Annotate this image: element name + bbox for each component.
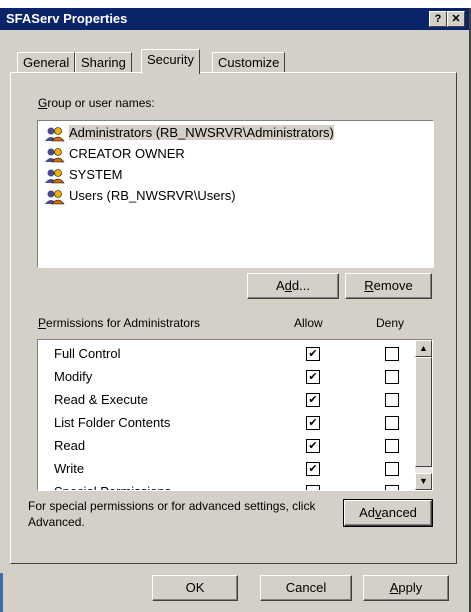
user-list-item[interactable]: SYSTEM	[44, 165, 122, 185]
allow-checkbox[interactable]: ✔	[306, 462, 320, 476]
group-icon	[44, 188, 69, 204]
deny-checkbox[interactable]	[385, 439, 399, 453]
permission-name: Special Permissions	[54, 484, 171, 490]
user-list-item[interactable]: Administrators (RB_NWSRVR\Administrators…	[44, 123, 334, 143]
permission-row: Full Control ✔	[38, 343, 408, 365]
user-list[interactable]: Administrators (RB_NWSRVR\Administrators…	[37, 120, 434, 268]
user-list-item[interactable]: CREATOR OWNER	[44, 144, 185, 164]
tab-sharing[interactable]: Sharing	[75, 52, 132, 73]
deny-checkbox[interactable]	[385, 485, 399, 490]
deny-header: Deny	[376, 316, 405, 330]
permission-row: Write ✔	[38, 458, 408, 480]
allow-checkbox[interactable]: ✔	[306, 416, 320, 430]
allow-checkbox[interactable]	[306, 485, 320, 490]
permissions-scrollbar[interactable]: ▲ ▼	[415, 340, 432, 490]
deny-checkbox[interactable]	[385, 347, 399, 361]
permission-name: Read	[54, 438, 86, 453]
advanced-hint-text: For special permissions or for advanced …	[28, 499, 316, 529]
permission-name: Write	[54, 461, 85, 476]
permission-row: Modify ✔	[38, 366, 408, 388]
tab-general[interactable]: General	[17, 52, 76, 73]
allow-checkbox[interactable]: ✔	[306, 439, 320, 453]
allow-header: Allow	[294, 316, 323, 330]
remove-button[interactable]: Remove	[345, 273, 432, 299]
scroll-thumb[interactable]	[415, 357, 432, 467]
user-name: Administrators (RB_NWSRVR\Administrators…	[69, 125, 334, 140]
user-name: CREATOR OWNER	[69, 146, 185, 161]
desktop-edge	[0, 573, 3, 612]
permission-row: Special Permissions	[38, 481, 408, 490]
permission-name: Read & Execute	[54, 392, 148, 407]
permission-row: List Folder Contents ✔	[38, 412, 408, 434]
add-button[interactable]: Add...	[247, 273, 339, 299]
ok-button[interactable]: OK	[152, 575, 238, 601]
allow-checkbox[interactable]: ✔	[306, 347, 320, 361]
advanced-button[interactable]: Advanced	[343, 499, 433, 527]
title-bar[interactable]: SFAServ Properties ? ✕	[0, 8, 469, 30]
deny-checkbox[interactable]	[385, 462, 399, 476]
permissions-list: Special PermissionsWrite✔Read✔List Folde…	[37, 339, 433, 491]
deny-checkbox[interactable]	[385, 416, 399, 430]
tab-security[interactable]: Security	[141, 49, 200, 74]
group-icon	[44, 146, 69, 162]
window-title: SFAServ Properties	[6, 11, 128, 26]
user-list-item[interactable]: Users (RB_NWSRVR\Users)	[44, 186, 236, 206]
deny-checkbox[interactable]	[385, 393, 399, 407]
group-icon	[44, 167, 69, 183]
user-name: Users (RB_NWSRVR\Users)	[69, 188, 236, 203]
allow-checkbox[interactable]: ✔	[306, 370, 320, 384]
tab-customize[interactable]: Customize	[212, 52, 286, 73]
permission-row: Read ✔	[38, 435, 408, 457]
apply-button[interactable]: Apply	[363, 575, 449, 601]
scroll-down-icon[interactable]: ▼	[415, 473, 432, 490]
group-user-names-label: Group or user names:	[38, 96, 155, 110]
scroll-up-icon[interactable]: ▲	[415, 340, 432, 357]
deny-checkbox[interactable]	[385, 370, 399, 384]
permission-name: List Folder Contents	[54, 415, 171, 430]
permission-name: Modify	[54, 369, 93, 384]
permissions-label: Permissions for Administrators	[38, 316, 201, 330]
permission-name: Full Control	[54, 346, 121, 361]
properties-dialog: SFAServ Properties ? ✕ General Sharing S…	[0, 8, 471, 612]
allow-checkbox[interactable]: ✔	[306, 393, 320, 407]
help-button[interactable]: ?	[429, 11, 447, 27]
cancel-button[interactable]: Cancel	[260, 575, 352, 601]
permission-row: Read & Execute ✔	[38, 389, 408, 411]
group-icon	[44, 125, 69, 141]
close-button[interactable]: ✕	[447, 11, 465, 27]
user-name: SYSTEM	[69, 167, 123, 182]
